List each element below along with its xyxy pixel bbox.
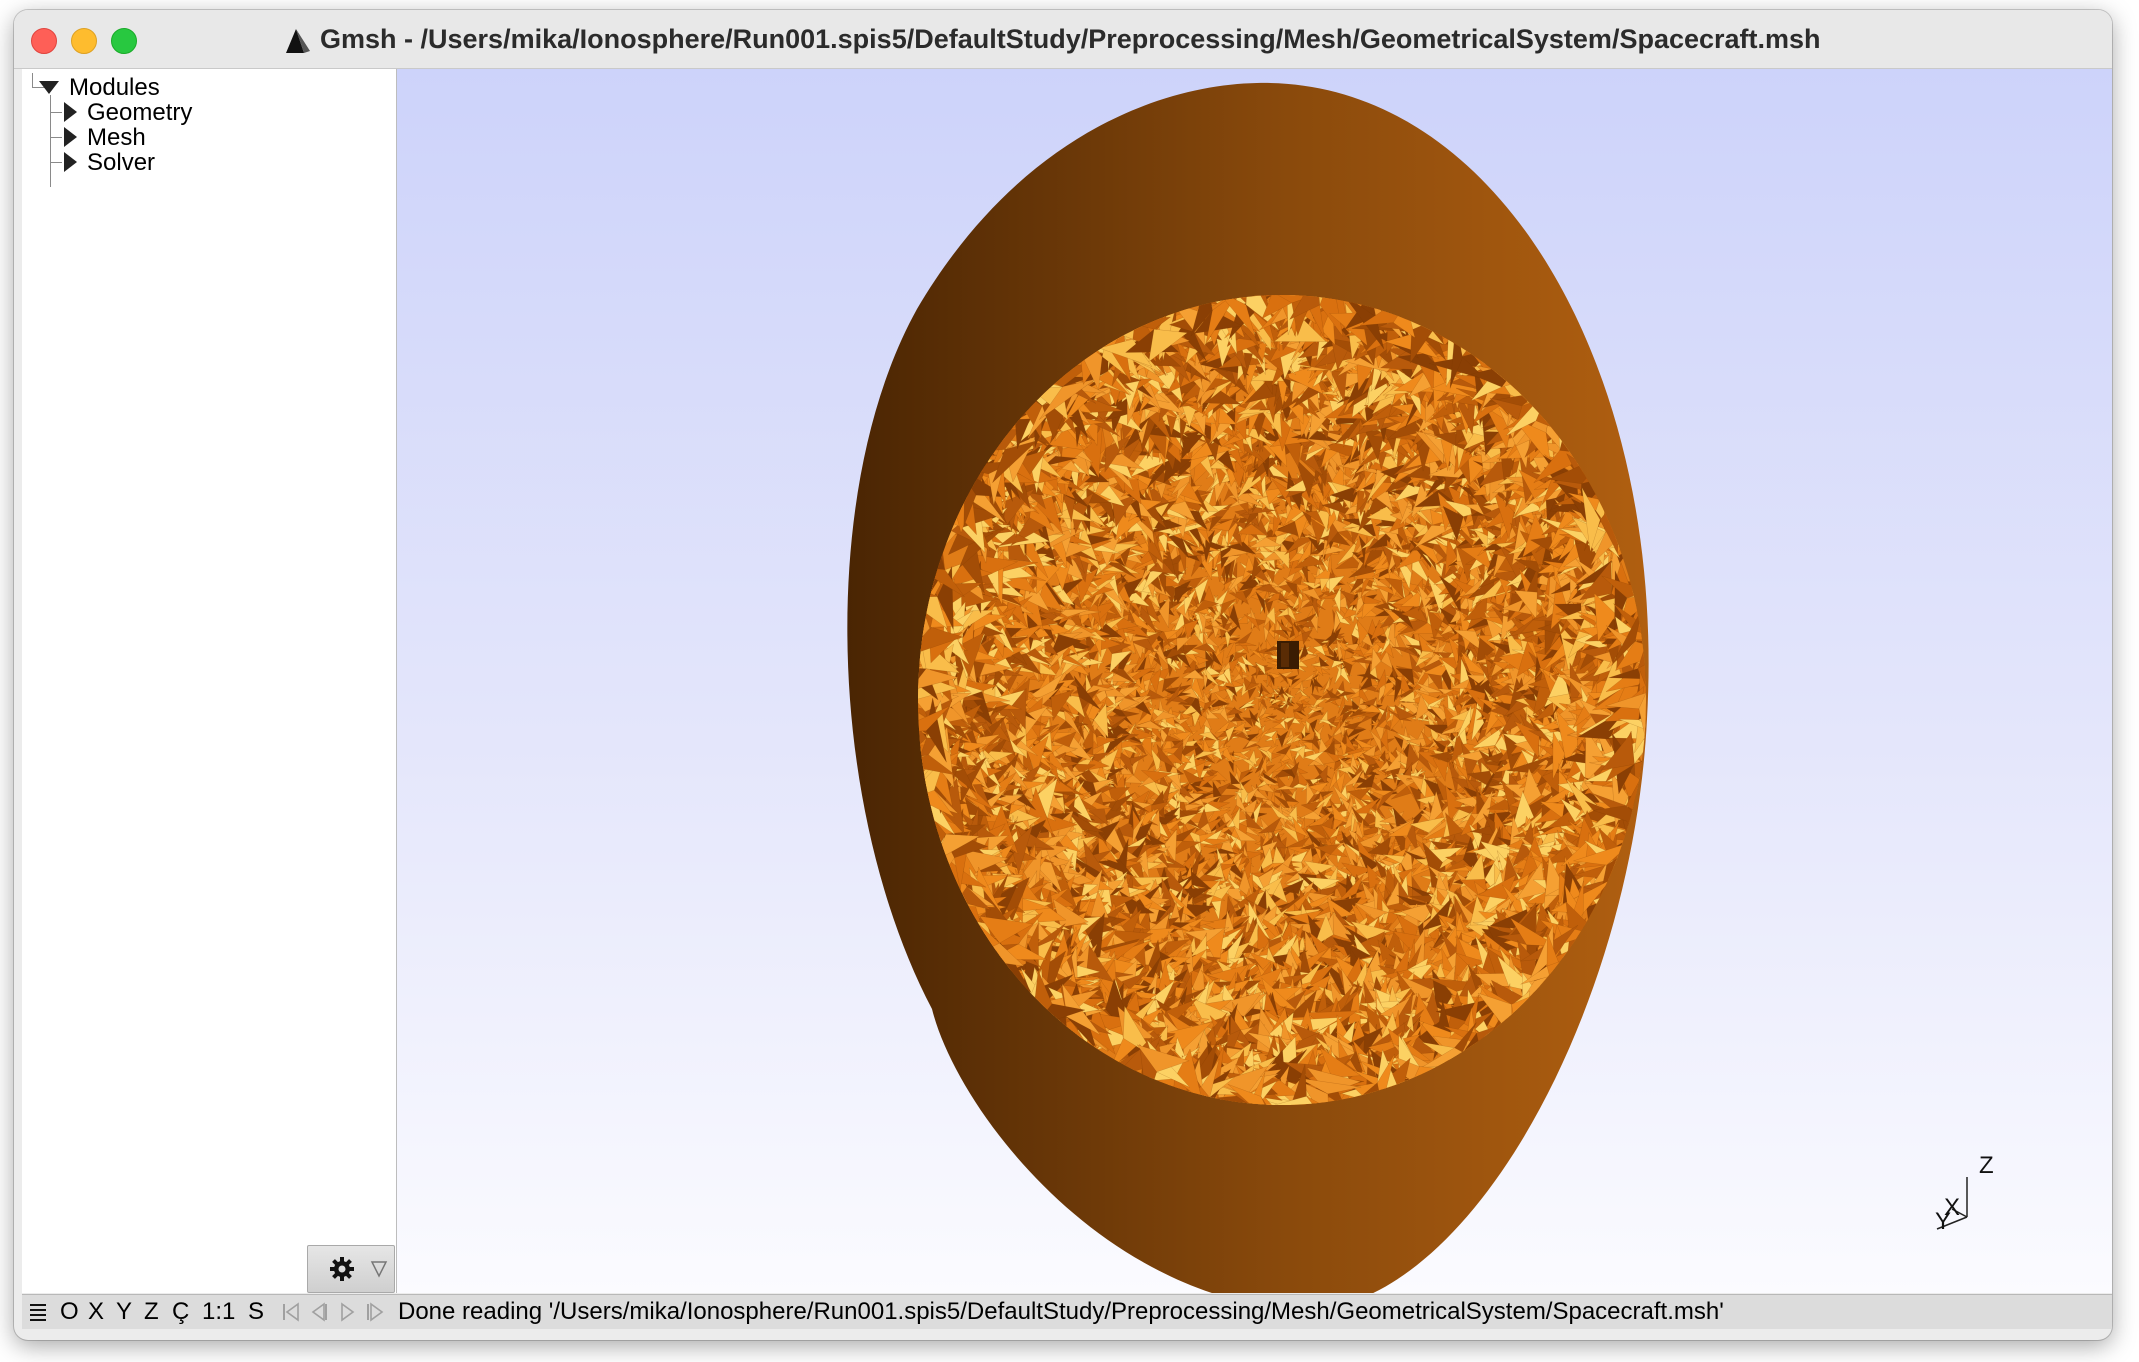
snap-button[interactable]: S xyxy=(248,1298,264,1326)
tree-item-mesh[interactable]: Mesh xyxy=(87,124,146,152)
gear-icon xyxy=(330,1257,354,1281)
view-y-button[interactable]: Y xyxy=(116,1298,132,1326)
expand-modules-icon[interactable] xyxy=(39,81,59,94)
view-x-button[interactable]: X xyxy=(88,1298,104,1326)
minimize-window-button[interactable] xyxy=(71,28,97,54)
first-icon[interactable] xyxy=(280,1300,302,1324)
graphics-viewport[interactable]: Z X Y xyxy=(397,69,2112,1293)
window-title: Gmsh - /Users/mika/Ionosphere/Run001.spi… xyxy=(284,22,1821,56)
gmsh-window: Gmsh - /Users/mika/Ionosphere/Run001.spi… xyxy=(14,10,2112,1340)
last-icon[interactable] xyxy=(364,1300,386,1324)
tree-options-button[interactable] xyxy=(307,1245,395,1293)
tree-item-geometry[interactable]: Geometry xyxy=(87,99,192,127)
view-z-button[interactable]: Z xyxy=(144,1298,159,1326)
expand-solver-icon[interactable] xyxy=(64,152,77,172)
rotate-button[interactable]: Ç xyxy=(172,1298,189,1326)
prev-icon[interactable] xyxy=(308,1300,330,1324)
spacecraft-mesh[interactable]: Z X Y xyxy=(397,69,2112,1293)
status-bar: O X Y Z Ç 1:1 S Done reading '/Users/mik… xyxy=(22,1294,2112,1329)
maximize-window-button[interactable] xyxy=(111,28,137,54)
gmsh-logo-icon xyxy=(286,28,310,53)
axes-indicator: Z X Y xyxy=(1935,1152,1994,1235)
module-tree-panel: Modules Geometry Mesh Solver xyxy=(22,69,397,1293)
expand-mesh-icon[interactable] xyxy=(64,127,77,147)
status-message: Done reading '/Users/mika/Ionosphere/Run… xyxy=(398,1298,1724,1325)
scale-1-1-button[interactable]: 1:1 xyxy=(202,1298,235,1326)
dropdown-arrow-icon xyxy=(370,1261,388,1278)
axis-y-label: Y xyxy=(1935,1208,1951,1235)
tree-item-solver[interactable]: Solver xyxy=(87,149,155,177)
close-window-button[interactable] xyxy=(31,28,57,54)
window-title-text: Gmsh - /Users/mika/Ionosphere/Run001.spi… xyxy=(320,24,1821,54)
title-bar: Gmsh - /Users/mika/Ionosphere/Run001.spi… xyxy=(14,10,2112,69)
play-icon[interactable] xyxy=(336,1300,358,1324)
expand-geometry-icon[interactable] xyxy=(64,102,77,122)
view-origin-button[interactable]: O xyxy=(60,1298,79,1326)
axis-z-label: Z xyxy=(1979,1152,1994,1179)
tree-item-modules[interactable]: Modules xyxy=(69,74,160,102)
hamburger-icon[interactable] xyxy=(28,1300,50,1324)
